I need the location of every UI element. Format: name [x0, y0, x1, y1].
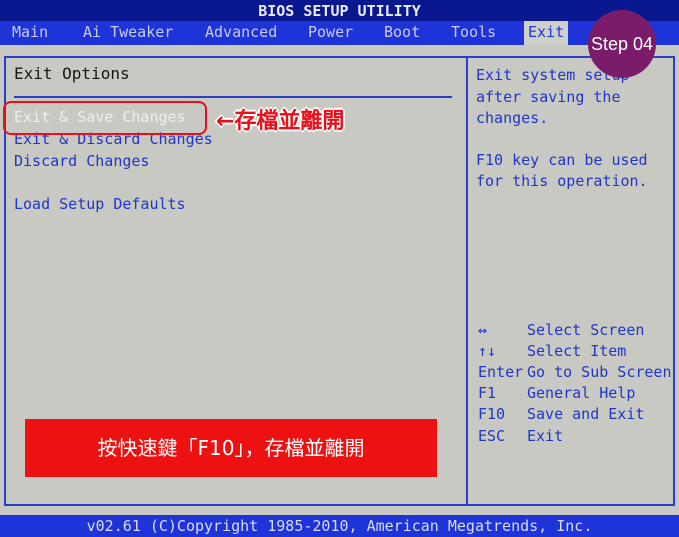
key-desc: Save and Exit — [527, 405, 645, 423]
tab-ai-tweaker[interactable]: Ai Tweaker — [83, 21, 173, 45]
bios-title: BIOS SETUP UTILITY — [0, 0, 679, 21]
key-name: Enter — [478, 363, 524, 381]
key-desc: Exit — [527, 427, 564, 445]
tab-power[interactable]: Power — [308, 21, 353, 45]
menu-item-load-defaults[interactable]: Load Setup Defaults — [14, 195, 186, 213]
key-desc: Go to Sub Screen — [527, 363, 672, 381]
tab-tools[interactable]: Tools — [451, 21, 496, 45]
key-desc: Select Item — [527, 342, 627, 360]
section-heading: Exit Options — [14, 64, 130, 83]
tab-bar: Main Ai Tweaker Advanced Power Boot Tool… — [0, 21, 679, 45]
key-desc: Select Screen — [527, 321, 645, 339]
help-line: changes. — [476, 109, 549, 127]
tab-exit[interactable]: Exit — [524, 21, 569, 45]
arrow-annotation: ←存檔並離開 — [216, 109, 345, 134]
tab-advanced[interactable]: Advanced — [205, 21, 277, 45]
menu-item-discard[interactable]: Discard Changes — [14, 152, 149, 170]
tab-boot[interactable]: Boot — [384, 21, 420, 45]
instruction-banner: 按快速鍵「F10」，存檔並離開 — [25, 419, 437, 477]
tab-main[interactable]: Main — [12, 21, 48, 45]
divider — [14, 96, 452, 98]
copyright-footer: v02.61 (C)Copyright 1985-2010, American … — [0, 515, 679, 537]
key-name: F1 — [478, 384, 497, 402]
key-name: F10 — [478, 405, 506, 423]
key-name: ↑↓ — [478, 342, 497, 360]
help-line: F10 key can be used — [476, 151, 648, 169]
highlight-ring — [3, 101, 207, 135]
help-line: for this operation. — [476, 172, 648, 190]
key-name: ESC — [478, 427, 506, 445]
key-desc: General Help — [527, 384, 636, 402]
step-badge: Step 04 — [588, 10, 656, 78]
help-line: after saving the — [476, 88, 621, 106]
key-name: ↔ — [478, 321, 488, 339]
